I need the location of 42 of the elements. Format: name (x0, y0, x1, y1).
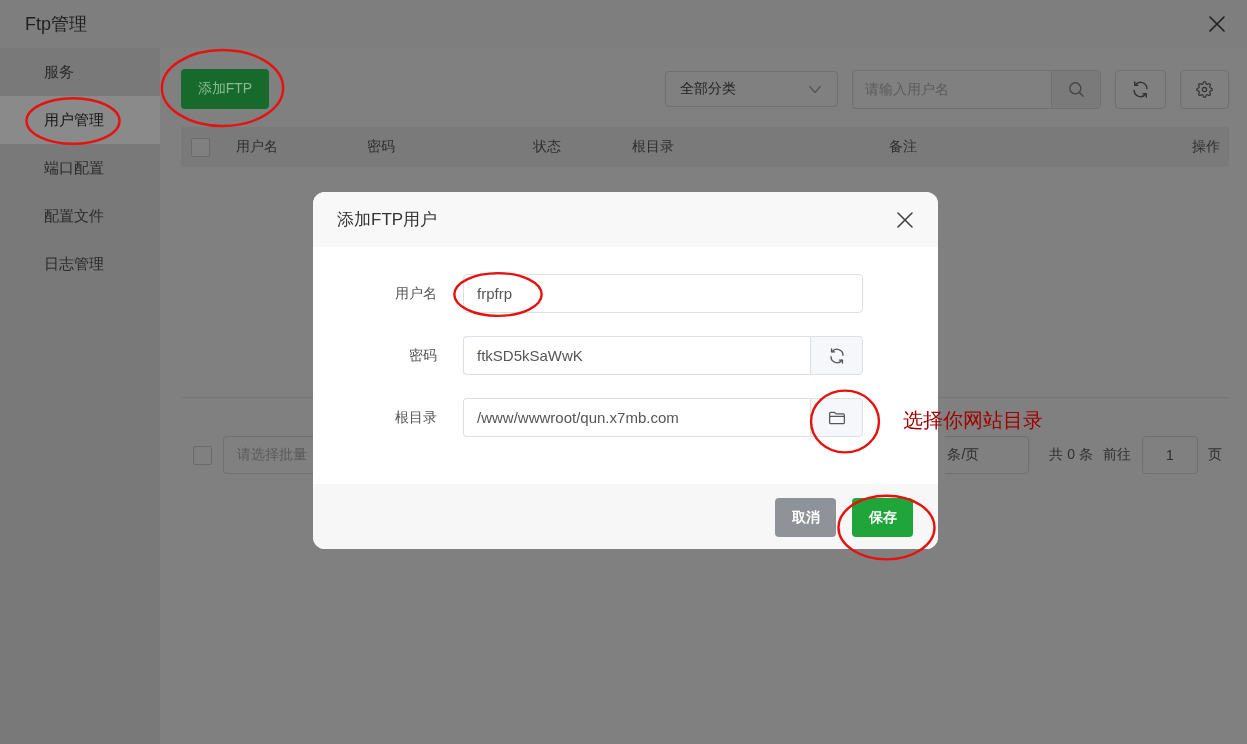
regenerate-button[interactable] (810, 336, 863, 375)
column-header: 用户名 (236, 138, 279, 156)
annotation-note: 选择你网站目录 (903, 409, 1043, 432)
refresh-icon (1132, 80, 1149, 98)
column-header: 根目录 (632, 138, 675, 156)
column-header: 备注 (889, 138, 918, 156)
close-icon[interactable] (1209, 16, 1225, 32)
chevron-down-icon (809, 85, 821, 93)
input-field[interactable]: frpfrp (463, 274, 863, 313)
browse-folder-button[interactable] (810, 398, 863, 437)
field-label: 根目录 (394, 408, 437, 427)
category-select[interactable]: 全部分类 (665, 71, 838, 107)
input-field[interactable]: ftkSD5kSaWwK (463, 336, 810, 375)
total-count: 共 0 条 (1049, 446, 1093, 464)
refresh-icon (828, 347, 845, 364)
close-icon[interactable] (897, 211, 913, 228)
dialog-title: 添加FTP用户 (337, 209, 438, 231)
refresh-button[interactable] (1115, 69, 1166, 109)
page-suffix: 页 (1208, 446, 1222, 464)
field-label: 用户名 (394, 284, 437, 303)
column-header: 密码 (367, 138, 396, 156)
settings-icon (1196, 80, 1213, 98)
settings-button[interactable] (1180, 69, 1229, 109)
input-field[interactable]: /www/wwwroot/qun.x7mb.com (463, 398, 810, 437)
sidebar-item[interactable]: 端口配置 (0, 144, 160, 192)
page-input[interactable]: 1 (1142, 436, 1198, 474)
column-header: 状态 (533, 138, 562, 156)
sidebar-item[interactable]: 用户管理 (0, 96, 160, 144)
window-title: Ftp管理 (25, 13, 87, 36)
add-ftp-button[interactable]: 添加FTP (181, 69, 269, 109)
sidebar-item[interactable]: 日志管理 (0, 240, 160, 288)
save-button[interactable]: 保存 (852, 498, 913, 537)
sidebar-item[interactable]: 配置文件 (0, 192, 160, 240)
search-icon (1068, 81, 1084, 97)
sidebar-item[interactable]: 服务 (0, 48, 160, 96)
folder-icon (828, 409, 845, 426)
goto-label: 前往 (1103, 446, 1131, 464)
cancel-button[interactable]: 取消 (775, 498, 836, 537)
column-header: 操作 (1192, 138, 1220, 156)
page-size-select[interactable]: 条/页 (945, 436, 1030, 474)
field-label: 密码 (408, 346, 437, 365)
search-button[interactable] (1051, 69, 1101, 109)
